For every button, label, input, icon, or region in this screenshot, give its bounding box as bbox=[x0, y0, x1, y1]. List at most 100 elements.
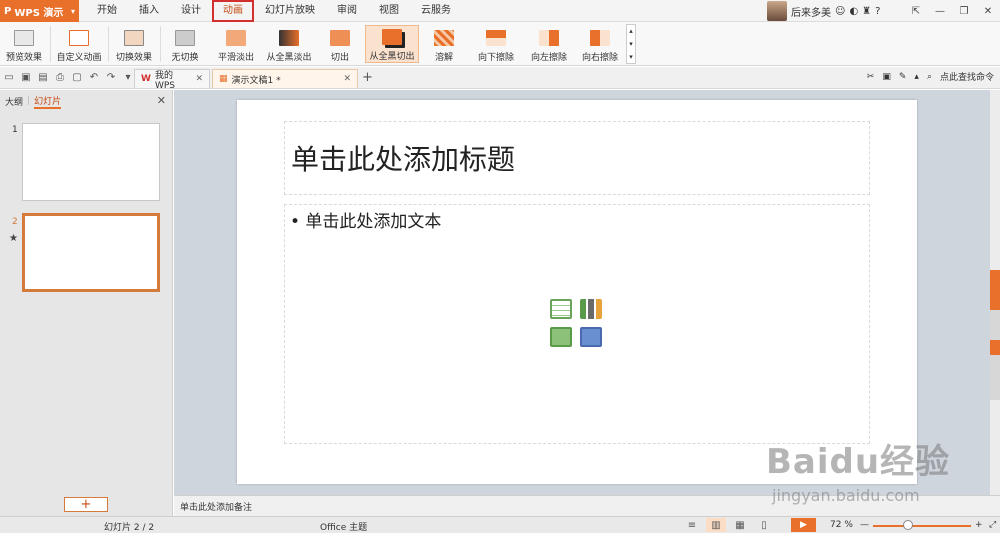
emoji-icon[interactable]: ☺ bbox=[835, 6, 845, 17]
undo-icon[interactable]: ↶ bbox=[87, 70, 101, 84]
zoom-out-icon[interactable]: — bbox=[860, 520, 869, 530]
zoom-slider[interactable] bbox=[873, 525, 971, 527]
ribbon-separator bbox=[50, 26, 51, 62]
new-tab-icon[interactable]: + bbox=[362, 70, 373, 85]
zoom-in-icon[interactable]: + bbox=[975, 520, 983, 530]
effect-wipe-down[interactable]: 向下擦除 bbox=[474, 25, 518, 63]
effect-fade-smooth[interactable]: 平滑淡出 bbox=[215, 25, 257, 63]
quick-access-toolbar: ▭ ▣ ▤ ⎙ ▢ ↶ ↷ ▾ bbox=[2, 70, 135, 84]
slide-number: 1 bbox=[12, 125, 18, 135]
close-tab-icon[interactable]: ✕ bbox=[343, 74, 351, 84]
sorter-view-icon[interactable]: ▦ bbox=[730, 518, 750, 532]
tool-icon-b[interactable]: ▣ bbox=[882, 72, 891, 82]
open-folder-icon[interactable]: ▭ bbox=[2, 70, 16, 84]
zoom-knob[interactable] bbox=[903, 520, 913, 530]
watermark-brand: Baidu经验 bbox=[766, 442, 951, 482]
user-name[interactable]: 后来多美 bbox=[791, 4, 831, 19]
zoom-level: 72 % bbox=[830, 520, 853, 530]
media-icon[interactable] bbox=[580, 327, 602, 347]
effect-fade-black[interactable]: 从全黑淡出 bbox=[265, 25, 313, 63]
print-icon[interactable]: ⎙ bbox=[53, 70, 67, 84]
watermark: Baidu经验 jingyan.baidu.com bbox=[760, 432, 1000, 516]
menu-design[interactable]: 设计 bbox=[170, 0, 212, 22]
switch-effect-button[interactable]: 切换效果 bbox=[114, 25, 154, 63]
app-name: WPS 演示 bbox=[14, 7, 64, 19]
status-bar: 幻灯片 2 / 2 Office 主题 ≡ ▥ ▦ ▯ ▶ 72 % — + ⤢ bbox=[0, 516, 1000, 533]
tool-icon-a[interactable]: ✂ bbox=[867, 72, 875, 82]
export-icon[interactable]: ▤ bbox=[36, 70, 50, 84]
menu-view[interactable]: 视图 bbox=[368, 0, 410, 22]
chart-icon[interactable] bbox=[580, 299, 602, 319]
maximize-icon[interactable]: ❐ bbox=[952, 0, 976, 22]
notes-view-icon[interactable]: ≡ bbox=[682, 518, 702, 532]
arrow-left-icon bbox=[539, 30, 559, 46]
menu-animation[interactable]: 动画 bbox=[212, 0, 254, 22]
effect-fade-black-icon bbox=[279, 30, 299, 46]
window-controls: ⇱ — ❐ ✕ bbox=[904, 0, 1000, 22]
animation-star-icon: ★ bbox=[9, 233, 18, 244]
effect-dissolve[interactable]: 溶解 bbox=[426, 25, 462, 63]
menu-home[interactable]: 开始 bbox=[86, 0, 128, 22]
save-icon[interactable]: ▣ bbox=[19, 70, 33, 84]
close-tab-icon[interactable]: ✕ bbox=[195, 74, 203, 84]
effect-wipe-left[interactable]: 向左擦除 bbox=[527, 25, 571, 63]
picture-icon[interactable] bbox=[550, 327, 572, 347]
command-search[interactable]: 点此查找命令 bbox=[940, 70, 994, 83]
arrow-right-icon bbox=[590, 30, 610, 46]
menu-slideshow[interactable]: 幻灯片放映 bbox=[254, 0, 326, 22]
watermark-url: jingyan.baidu.com bbox=[772, 486, 920, 505]
tab-outline[interactable]: 大纲 bbox=[5, 95, 23, 108]
add-slide-button[interactable]: + bbox=[64, 497, 108, 512]
slide-thumbnail-2[interactable] bbox=[22, 213, 160, 292]
gallery-scroll[interactable]: ▴ ▾ ▾ bbox=[626, 24, 636, 64]
search-icon[interactable]: ⌕ bbox=[927, 72, 932, 82]
skin-icon[interactable]: ◐ bbox=[849, 6, 858, 17]
tab-my-wps[interactable]: W 我的WPS ✕ bbox=[134, 69, 210, 91]
chevron-down-icon[interactable]: ▾ bbox=[629, 40, 633, 48]
minimize-icon[interactable]: — bbox=[928, 0, 952, 22]
theme-name: Office 主题 bbox=[320, 523, 368, 533]
app-menu-button[interactable]: P WPS 演示 ▾ bbox=[0, 0, 79, 22]
collapse-icon[interactable]: ▴ bbox=[914, 72, 919, 82]
effect-wipe-right[interactable]: 向右擦除 bbox=[578, 25, 622, 63]
effect-none[interactable]: 无切换 bbox=[166, 25, 204, 63]
slide-canvas[interactable]: 单击此处添加标题 • 单击此处添加文本 bbox=[237, 100, 917, 484]
tool-icon-c[interactable]: ✎ bbox=[899, 72, 907, 82]
table-icon[interactable] bbox=[550, 299, 572, 319]
switch-effect-icon bbox=[124, 30, 144, 46]
close-icon[interactable]: ✕ bbox=[157, 94, 166, 107]
right-tools: ✂ ▣ ✎ ▴ ⌕ 点此查找命令 bbox=[867, 70, 994, 84]
restore-ribbon-icon[interactable]: ⇱ bbox=[904, 0, 928, 22]
tab-slides[interactable]: 幻灯片 bbox=[34, 94, 62, 109]
shirt-icon[interactable]: ♜ bbox=[862, 6, 871, 17]
close-icon[interactable]: ✕ bbox=[976, 0, 1000, 22]
play-slideshow-button[interactable]: ▶ bbox=[791, 518, 816, 532]
menu-insert[interactable]: 插入 bbox=[128, 0, 170, 22]
chevron-up-icon[interactable]: ▴ bbox=[629, 27, 633, 35]
print-preview-icon[interactable]: ▢ bbox=[70, 70, 84, 84]
customize-icon[interactable]: ▾ bbox=[121, 70, 135, 84]
reading-view-icon[interactable]: ▯ bbox=[754, 518, 774, 532]
slide-number: 2 bbox=[12, 217, 18, 227]
help-icon[interactable]: ? bbox=[875, 6, 880, 17]
menu-review[interactable]: 审阅 bbox=[326, 0, 368, 22]
title-placeholder[interactable]: 单击此处添加标题 bbox=[284, 121, 870, 195]
preview-effect-button[interactable]: 预览效果 bbox=[4, 25, 44, 63]
avatar[interactable] bbox=[767, 1, 787, 21]
panel-tabs: 大纲 | 幻灯片 bbox=[0, 90, 173, 112]
effect-cut[interactable]: 切出 bbox=[323, 25, 357, 63]
redo-icon[interactable]: ↷ bbox=[104, 70, 118, 84]
slide-thumbnail-1[interactable] bbox=[22, 123, 160, 201]
effect-cut-black[interactable]: 从全黑切出 bbox=[365, 25, 419, 63]
preview-icon bbox=[14, 30, 34, 46]
scroll-indicator bbox=[990, 340, 1000, 355]
view-buttons: ≡ ▥ ▦ ▯ bbox=[682, 518, 774, 532]
normal-view-icon[interactable]: ▥ bbox=[706, 518, 726, 532]
fit-window-icon[interactable]: ⤢ bbox=[989, 520, 996, 530]
custom-animation-button[interactable]: 自定义动画 bbox=[56, 25, 102, 63]
menu-cloud[interactable]: 云服务 bbox=[410, 0, 462, 22]
wps-w-icon: W bbox=[141, 74, 151, 84]
tab-presentation[interactable]: ▦ 演示文稿1 * ✕ bbox=[212, 69, 358, 88]
expand-icon[interactable]: ▾ bbox=[629, 53, 633, 61]
user-area[interactable]: 后来多美 ☺ ◐ ♜ ? bbox=[767, 1, 880, 21]
